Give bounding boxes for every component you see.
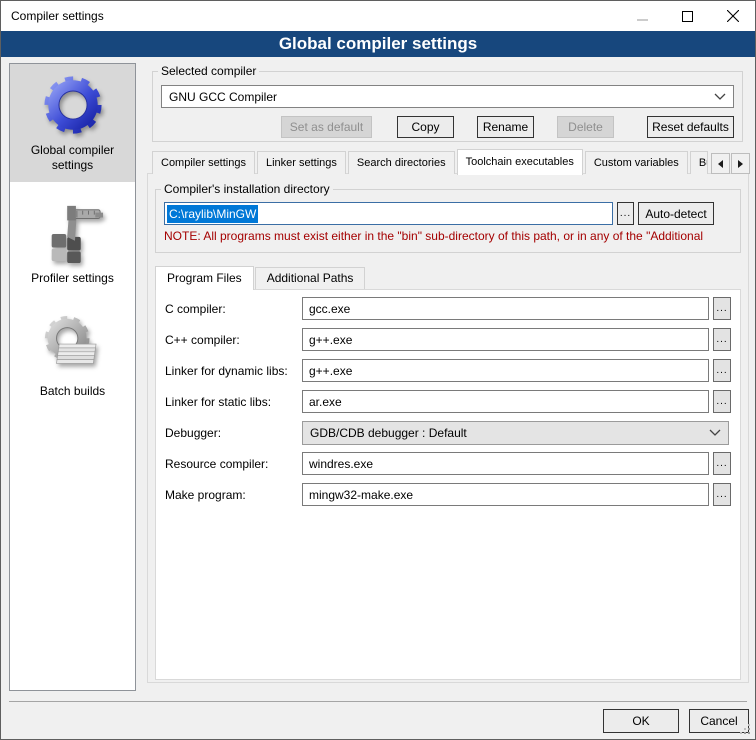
maximize-button[interactable] bbox=[665, 1, 710, 31]
make-program-input[interactable] bbox=[302, 483, 709, 506]
ok-button[interactable]: OK bbox=[603, 709, 679, 733]
compiler-settings-dialog: Compiler settings Global compiler settin… bbox=[0, 0, 756, 740]
caliper-icon bbox=[42, 202, 104, 264]
reset-defaults-button[interactable]: Reset defaults bbox=[647, 116, 734, 138]
program-files-panel: C compiler: ... C++ compiler: ... Linker… bbox=[155, 289, 741, 680]
make-program-browse-button[interactable]: ... bbox=[713, 483, 731, 506]
linker-dynamic-label: Linker for dynamic libs: bbox=[165, 364, 302, 378]
linker-dynamic-row: Linker for dynamic libs: ... bbox=[165, 359, 731, 382]
tab-linker-settings[interactable]: Linker settings bbox=[257, 151, 346, 174]
linker-static-label: Linker for static libs: bbox=[165, 395, 302, 409]
sidebar-item-label: Batch builds bbox=[40, 384, 105, 399]
settings-tabstrip: Compiler settings Linker settings Search… bbox=[152, 149, 747, 174]
linker-static-row: Linker for static libs: ... bbox=[165, 390, 731, 413]
copy-button[interactable]: Copy bbox=[397, 116, 454, 138]
tab-toolchain-executables[interactable]: Toolchain executables bbox=[457, 149, 583, 175]
sidebar-item-batch-builds[interactable]: Batch builds bbox=[10, 305, 135, 408]
gear-stack-icon bbox=[42, 315, 104, 377]
resource-compiler-browse-button[interactable]: ... bbox=[713, 452, 731, 475]
toolchain-executables-page: Compiler's installation directory C:\ray… bbox=[147, 173, 749, 683]
c-compiler-input[interactable] bbox=[302, 297, 709, 320]
debugger-label: Debugger: bbox=[165, 426, 302, 440]
c-compiler-label: C compiler: bbox=[165, 302, 302, 316]
close-icon bbox=[727, 10, 739, 22]
window-controls bbox=[620, 1, 755, 31]
resource-compiler-input[interactable] bbox=[302, 452, 709, 475]
auto-detect-button[interactable]: Auto-detect bbox=[638, 202, 714, 225]
close-button[interactable] bbox=[710, 1, 755, 31]
minimize-icon bbox=[637, 11, 648, 22]
tab-build-options[interactable]: Build bbox=[690, 151, 708, 174]
linker-dynamic-browse-button[interactable]: ... bbox=[713, 359, 731, 382]
sidebar-item-global-compiler-settings[interactable]: Global compiler settings bbox=[10, 64, 135, 182]
compiler-select-value: GNU GCC Compiler bbox=[169, 90, 277, 104]
settings-category-sidebar: Global compiler settings Profiler settin… bbox=[9, 63, 136, 691]
linker-static-input[interactable] bbox=[302, 390, 709, 413]
sidebar-item-label: Global compiler settings bbox=[12, 143, 133, 173]
c-compiler-row: C compiler: ... bbox=[165, 297, 731, 320]
installation-directory-browse-button[interactable]: ... bbox=[617, 202, 634, 225]
maximize-icon bbox=[682, 11, 693, 22]
window-title: Compiler settings bbox=[11, 9, 104, 23]
c-compiler-browse-button[interactable]: ... bbox=[713, 297, 731, 320]
make-program-label: Make program: bbox=[165, 488, 302, 502]
sidebar-item-profiler-settings[interactable]: Profiler settings bbox=[10, 192, 135, 295]
tab-scroll-left-button[interactable] bbox=[711, 153, 730, 174]
linker-dynamic-input[interactable] bbox=[302, 359, 709, 382]
cancel-button[interactable]: Cancel bbox=[689, 709, 749, 733]
resource-compiler-row: Resource compiler: ... bbox=[165, 452, 731, 475]
chevron-down-icon bbox=[709, 429, 721, 437]
debugger-row: Debugger: GDB/CDB debugger : Default bbox=[165, 421, 731, 444]
arrow-left-icon bbox=[718, 160, 723, 168]
arrow-right-icon bbox=[738, 160, 743, 168]
delete-button: Delete bbox=[557, 116, 614, 138]
installation-directory-row: C:\raylib\MinGW ... Auto-detect bbox=[164, 202, 714, 225]
debugger-select-value: GDB/CDB debugger : Default bbox=[310, 426, 467, 440]
tab-scroll-right-button[interactable] bbox=[731, 153, 750, 174]
sidebar-item-label: Profiler settings bbox=[31, 271, 114, 286]
resource-compiler-label: Resource compiler: bbox=[165, 457, 302, 471]
debugger-select[interactable]: GDB/CDB debugger : Default bbox=[302, 421, 729, 445]
page-title: Global compiler settings bbox=[1, 31, 755, 57]
subtab-additional-paths[interactable]: Additional Paths bbox=[255, 267, 366, 289]
cpp-compiler-row: C++ compiler: ... bbox=[165, 328, 731, 351]
selected-compiler-group: Selected compiler GNU GCC Compiler Set a… bbox=[152, 64, 743, 142]
set-as-default-button: Set as default bbox=[281, 116, 372, 138]
installation-directory-group-label: Compiler's installation directory bbox=[161, 182, 333, 196]
tab-custom-variables[interactable]: Custom variables bbox=[585, 151, 688, 174]
cpp-compiler-label: C++ compiler: bbox=[165, 333, 302, 347]
tab-compiler-settings[interactable]: Compiler settings bbox=[152, 151, 255, 174]
titlebar[interactable]: Compiler settings bbox=[1, 1, 755, 31]
program-files-tabstrip: Program Files Additional Paths bbox=[155, 266, 748, 289]
tab-search-directories[interactable]: Search directories bbox=[348, 151, 455, 174]
footer-separator bbox=[9, 701, 747, 702]
selected-compiler-group-label: Selected compiler bbox=[158, 64, 259, 78]
rename-button[interactable]: Rename bbox=[477, 116, 534, 138]
installation-directory-value: C:\raylib\MinGW bbox=[167, 205, 258, 223]
chevron-down-icon bbox=[714, 93, 726, 101]
cpp-compiler-input[interactable] bbox=[302, 328, 709, 351]
minimize-button[interactable] bbox=[620, 1, 665, 31]
installation-directory-group: Compiler's installation directory C:\ray… bbox=[155, 182, 741, 253]
blue-gear-icon bbox=[42, 74, 104, 136]
cpp-compiler-browse-button[interactable]: ... bbox=[713, 328, 731, 351]
compiler-select[interactable]: GNU GCC Compiler bbox=[161, 85, 734, 108]
installation-directory-input[interactable]: C:\raylib\MinGW bbox=[164, 202, 613, 225]
compiler-actions-row: Set as default Copy Rename Delete Reset … bbox=[161, 116, 734, 138]
resize-grip[interactable] bbox=[748, 732, 750, 734]
tab-scroll-controls bbox=[710, 153, 750, 174]
make-program-row: Make program: ... bbox=[165, 483, 731, 506]
linker-static-browse-button[interactable]: ... bbox=[713, 390, 731, 413]
bin-subdirectory-note: NOTE: All programs must exist either in … bbox=[164, 229, 732, 243]
subtab-program-files[interactable]: Program Files bbox=[155, 266, 254, 290]
